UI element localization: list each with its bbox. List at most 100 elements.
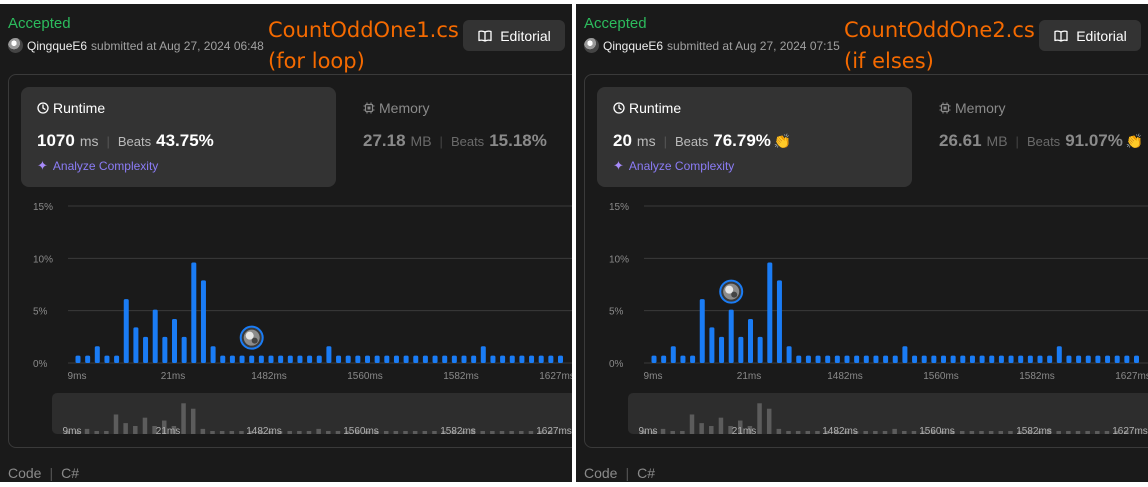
runtime-bar[interactable] bbox=[172, 319, 177, 363]
runtime-bar[interactable] bbox=[278, 355, 284, 363]
memory-card[interactable]: Memory 26.61 MB | Beats 91.07% 👏 bbox=[939, 87, 1148, 187]
runtime-bar[interactable] bbox=[529, 355, 535, 363]
runtime-card[interactable]: Runtime 1070 ms | Beats 43.75% ✦ Analyze… bbox=[21, 87, 336, 187]
runtime-bar[interactable] bbox=[75, 355, 81, 363]
analyze-complexity-link[interactable]: ✦ Analyze Complexity bbox=[37, 158, 158, 174]
runtime-bar[interactable] bbox=[844, 355, 850, 363]
runtime-bar[interactable] bbox=[709, 327, 715, 363]
runtime-bar[interactable] bbox=[661, 355, 667, 363]
runtime-card[interactable]: Runtime 20 ms | Beats 76.79% 👏 ✦ Analyze… bbox=[597, 87, 912, 187]
runtime-bar[interactable] bbox=[1027, 355, 1033, 363]
runtime-bar[interactable] bbox=[863, 355, 869, 363]
runtime-bar[interactable] bbox=[548, 355, 554, 363]
runtime-bar[interactable] bbox=[699, 299, 705, 363]
runtime-bar[interactable] bbox=[143, 336, 149, 363]
runtime-bar[interactable] bbox=[931, 355, 937, 363]
runtime-bar[interactable] bbox=[1037, 355, 1043, 363]
runtime-bar[interactable] bbox=[767, 262, 773, 363]
username-link[interactable]: QingqueE6 bbox=[27, 39, 87, 53]
runtime-bar[interactable] bbox=[181, 336, 187, 363]
runtime-bar[interactable] bbox=[123, 299, 129, 363]
runtime-bar[interactable] bbox=[297, 355, 303, 363]
runtime-bar[interactable] bbox=[509, 355, 515, 363]
user-avatar[interactable] bbox=[584, 38, 599, 53]
runtime-bar[interactable] bbox=[680, 355, 686, 363]
runtime-bar[interactable] bbox=[738, 336, 744, 363]
code-label[interactable]: Code bbox=[584, 465, 617, 481]
editorial-button[interactable]: Editorial bbox=[1039, 20, 1141, 51]
runtime-bar[interactable] bbox=[1056, 346, 1062, 363]
runtime-bar[interactable] bbox=[326, 346, 332, 363]
runtime-bar[interactable] bbox=[757, 336, 763, 363]
runtime-bar[interactable] bbox=[1114, 355, 1120, 363]
runtime-bar[interactable] bbox=[451, 355, 457, 363]
runtime-bar[interactable] bbox=[384, 355, 390, 363]
runtime-bar[interactable] bbox=[538, 355, 544, 363]
runtime-bar[interactable] bbox=[960, 355, 966, 363]
runtime-bar[interactable] bbox=[365, 355, 370, 363]
runtime-bar[interactable] bbox=[815, 355, 821, 363]
range-overview[interactable]: 9ms 21ms 1482ms 1560ms 1582ms 1627ms bbox=[52, 393, 572, 437]
runtime-bar[interactable] bbox=[422, 355, 428, 363]
runtime-bar[interactable] bbox=[490, 355, 496, 363]
runtime-bar[interactable] bbox=[519, 355, 525, 363]
runtime-bar[interactable] bbox=[104, 355, 110, 363]
memory-card[interactable]: Memory 27.18 MB | Beats 15.18% bbox=[363, 87, 572, 187]
runtime-bar[interactable] bbox=[268, 355, 274, 363]
runtime-bar[interactable] bbox=[229, 355, 235, 363]
runtime-bar[interactable] bbox=[1095, 355, 1101, 363]
runtime-bar[interactable] bbox=[1018, 355, 1024, 363]
runtime-bar[interactable] bbox=[461, 355, 467, 363]
runtime-distribution-chart[interactable]: 15% 10% 5% 0% 9ms 21ms 1482ms 1560ms 1582ms 1627m… bbox=[0, 194, 572, 444]
runtime-bar[interactable] bbox=[728, 309, 734, 363]
runtime-bar[interactable] bbox=[114, 355, 120, 363]
runtime-bar[interactable] bbox=[892, 355, 898, 363]
runtime-bar[interactable] bbox=[1134, 355, 1139, 363]
runtime-bar[interactable] bbox=[1066, 355, 1072, 363]
runtime-bar[interactable] bbox=[805, 355, 811, 363]
runtime-bar[interactable] bbox=[287, 355, 293, 363]
runtime-bar[interactable] bbox=[748, 319, 753, 363]
runtime-bar[interactable] bbox=[220, 355, 226, 363]
runtime-bar[interactable] bbox=[258, 355, 264, 363]
runtime-bar[interactable] bbox=[210, 346, 216, 363]
runtime-bar[interactable] bbox=[825, 355, 831, 363]
runtime-bar[interactable] bbox=[902, 346, 908, 363]
runtime-bar[interactable] bbox=[191, 262, 197, 363]
runtime-bar[interactable] bbox=[1124, 355, 1130, 363]
runtime-bar[interactable] bbox=[442, 355, 448, 363]
runtime-bar[interactable] bbox=[776, 280, 782, 363]
runtime-bar[interactable] bbox=[786, 346, 792, 363]
runtime-bar[interactable] bbox=[912, 355, 918, 363]
runtime-bar[interactable] bbox=[152, 309, 158, 363]
runtime-distribution-chart[interactable]: 15% 10% 5% 0% 9ms 21ms 1482ms 1560ms 1582ms 1627m… bbox=[576, 194, 1148, 444]
runtime-bar[interactable] bbox=[336, 355, 342, 363]
username-link[interactable]: QingqueE6 bbox=[603, 39, 663, 53]
runtime-bar[interactable] bbox=[480, 346, 486, 363]
runtime-bar[interactable] bbox=[403, 355, 409, 363]
runtime-bar[interactable] bbox=[307, 355, 313, 363]
runtime-bar[interactable] bbox=[200, 280, 206, 363]
runtime-bar[interactable] bbox=[316, 355, 322, 363]
runtime-bar[interactable] bbox=[883, 355, 889, 363]
runtime-bar[interactable] bbox=[374, 355, 380, 363]
runtime-bar[interactable] bbox=[239, 355, 245, 363]
runtime-bar[interactable] bbox=[85, 355, 91, 363]
runtime-bar[interactable] bbox=[1047, 355, 1053, 363]
runtime-bar[interactable] bbox=[249, 355, 255, 363]
runtime-bar[interactable] bbox=[1105, 355, 1111, 363]
runtime-bar[interactable] bbox=[941, 355, 946, 363]
editorial-button[interactable]: Editorial bbox=[463, 20, 565, 51]
runtime-bar[interactable] bbox=[998, 355, 1004, 363]
runtime-bar[interactable] bbox=[432, 355, 438, 363]
runtime-bar[interactable] bbox=[500, 355, 506, 363]
runtime-bar[interactable] bbox=[1008, 355, 1014, 363]
user-avatar[interactable] bbox=[8, 38, 23, 53]
runtime-bar[interactable] bbox=[969, 355, 975, 363]
analyze-complexity-link[interactable]: ✦ Analyze Complexity bbox=[613, 158, 734, 174]
range-overview[interactable]: 9ms 21ms 1482ms 1560ms 1582ms 1627ms bbox=[628, 393, 1148, 437]
runtime-bar[interactable] bbox=[873, 355, 879, 363]
runtime-bar[interactable] bbox=[796, 355, 802, 363]
runtime-bar[interactable] bbox=[471, 355, 477, 363]
your-submission-marker[interactable] bbox=[239, 325, 264, 350]
